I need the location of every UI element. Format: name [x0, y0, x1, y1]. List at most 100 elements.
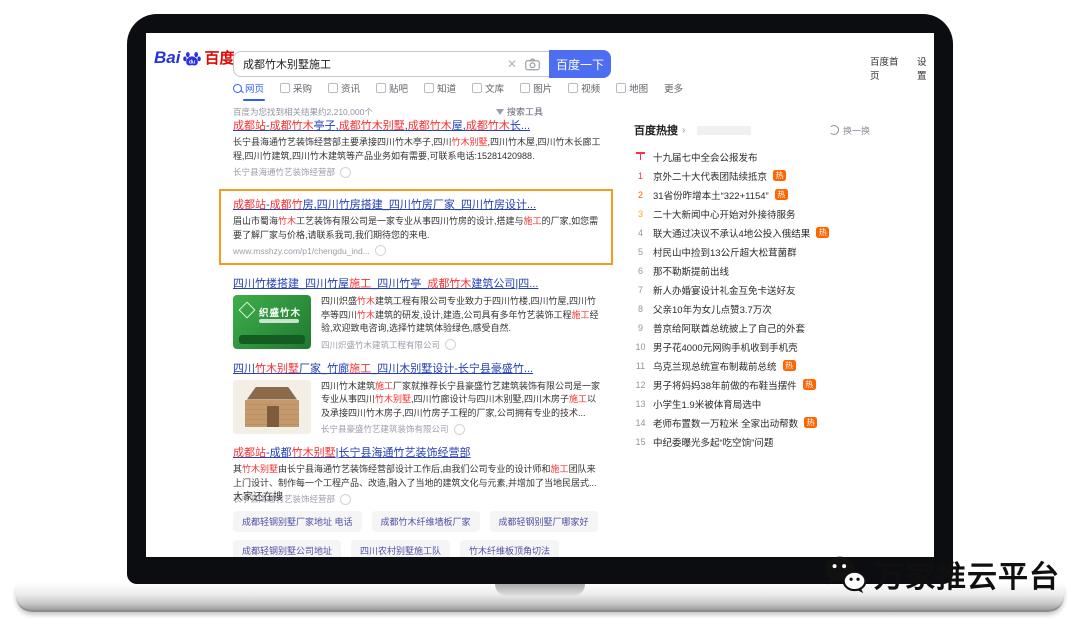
- result-description: 四川炽盛竹木建筑工程有限公司专业致力于四川竹楼,四川竹屋,四川竹亭等四川竹木建筑…: [321, 295, 601, 336]
- tab-资讯[interactable]: 资讯: [328, 81, 360, 95]
- watermark: 万家推云平台: [822, 552, 1060, 596]
- hot-search-item[interactable]: 231省份昨增本土“322+1154”热: [634, 185, 870, 204]
- result-thumbnail[interactable]: [233, 380, 311, 434]
- baidu-paw-icon: du: [182, 48, 202, 68]
- related-search-chip[interactable]: 成都竹木纤维墙板厂家: [372, 511, 480, 532]
- hot-search-item[interactable]: 9普京给阿联酋总统披上了自己的外套: [634, 318, 870, 337]
- result-thumbnail[interactable]: 织盛竹木: [233, 295, 311, 349]
- tab-icon: [280, 83, 290, 93]
- search-button[interactable]: 百度一下: [549, 50, 611, 78]
- hot-item-text: 中纪委曝光多起“吃空饷”问题: [653, 435, 773, 449]
- info-icon[interactable]: [454, 424, 465, 435]
- hot-search-item[interactable]: 3 二十大新闻中心开始对外接待服务: [634, 204, 870, 223]
- page: Bai du 百度 成都竹木别墅施工 ✕: [0, 0, 1080, 628]
- hot-rank: 10: [634, 342, 647, 352]
- hot-search-item[interactable]: 15 中纪委曝光多起“吃空饷”问题: [634, 432, 870, 451]
- hot-item-text: 二十大新闻中心开始对外接待服务: [653, 207, 796, 221]
- hot-search-panel: 百度热搜 › 换一换 十九届七中全会公报发布1京外二十大代表团陆续抵京热231省…: [634, 122, 870, 451]
- related-search-chip[interactable]: 成都轻钢别墅公司地址: [233, 540, 341, 557]
- hot-search-item[interactable]: 13小学生1.9米被体育局选中: [634, 394, 870, 413]
- link-settings[interactable]: 设置: [917, 54, 934, 82]
- hot-rank: 14: [634, 418, 647, 428]
- info-icon[interactable]: [445, 339, 456, 350]
- search-tools[interactable]: 搜索工具: [496, 105, 543, 118]
- tab-更多[interactable]: 更多: [664, 81, 683, 95]
- hot-badge: 热: [783, 360, 796, 371]
- text-segment: 施工: [349, 363, 371, 375]
- camera-icon[interactable]: [525, 58, 540, 71]
- tab-贴吧[interactable]: 贴吧: [376, 81, 408, 95]
- related-search-chip[interactable]: 成都轻钢别墅厂哪家好: [490, 511, 598, 532]
- hot-search-list: 十九届七中全会公报发布1京外二十大代表团陆续抵京热231省份昨增本土“322+1…: [634, 147, 870, 451]
- result-title-link[interactable]: 成都站-成都竹木亭子,成都竹木别墅,成都竹木屋,成都竹木长...: [233, 119, 601, 133]
- text-segment: 施工: [572, 310, 590, 320]
- result-title-link[interactable]: 成都站-成都竹木别墅|长宁县海通竹艺装饰经营部: [233, 446, 601, 460]
- text-segment: 房,: [303, 199, 317, 211]
- tab-知道[interactable]: 知道: [424, 81, 456, 95]
- text-segment: 四川竹楼搭建_四川竹屋: [233, 278, 349, 290]
- result-title-link[interactable]: 成都站-成都竹房,四川竹房搭建_四川竹房厂家_四川竹房设计...: [233, 198, 599, 212]
- search-input[interactable]: 成都竹木别墅施工 ✕: [233, 51, 549, 77]
- info-icon[interactable]: [340, 167, 351, 178]
- related-search-chip[interactable]: 竹木纤维板顶角切法: [460, 540, 559, 557]
- result-title-link[interactable]: 四川竹楼搭建_四川竹屋施工_四川竹亭_成都竹木建筑公司|四...: [233, 277, 601, 291]
- source-text: www.msshzy.com/p1/chengdu_ind...: [233, 246, 370, 256]
- result-title-link[interactable]: 四川竹木别墅厂家_竹廊施工_四川木别墅设计-长宁县豪盛竹...: [233, 362, 601, 376]
- refresh-icon: [829, 125, 839, 135]
- hot-search-item[interactable]: 十九届七中全会公报发布: [634, 147, 870, 166]
- hot-item-text: 那不勒斯提前出线: [653, 264, 729, 278]
- related-search-chip[interactable]: 成都轻钢别墅厂家地址 电话: [233, 511, 362, 532]
- tab-视频[interactable]: 视频: [568, 81, 600, 95]
- hot-search-item[interactable]: 6 那不勒斯提前出线: [634, 261, 870, 280]
- text-segment: _四川木别墅设计-长宁县豪盛竹...: [371, 363, 533, 375]
- search-icon: [233, 84, 242, 93]
- hot-search-item[interactable]: 14老师布置数一万粒米 全家出动帮数热: [634, 413, 870, 432]
- logo-text-bai: Bai: [154, 48, 180, 68]
- hot-search-item[interactable]: 10男子花4000元网购手机收到手机壳: [634, 337, 870, 356]
- search-bar: 成都竹木别墅施工 ✕ 百度一下: [233, 50, 611, 78]
- hot-rank: 4: [634, 228, 647, 238]
- hot-item-text: 男子将妈妈38年前做的布鞋当摆件: [653, 378, 797, 392]
- hot-search-header: 百度热搜 › 换一换: [634, 122, 870, 138]
- top-links: 百度首页 设置: [870, 54, 934, 82]
- text-segment: |长宁县海通竹艺装饰经营部: [336, 447, 471, 459]
- info-icon[interactable]: [375, 245, 386, 256]
- text-segment: 厂家_竹廊: [299, 363, 349, 375]
- tab-icon: [568, 83, 578, 93]
- hot-rank: 15: [634, 437, 647, 447]
- tab-图片[interactable]: 图片: [520, 81, 552, 95]
- refresh-button[interactable]: 换一换: [829, 124, 870, 137]
- tab-文库[interactable]: 文库: [472, 81, 504, 95]
- hot-item-text: 乌克兰现总统宣布制裁前总统: [653, 359, 777, 373]
- hot-rank: 3: [634, 209, 647, 219]
- hot-item-text: 京外二十大代表团陆续抵京: [653, 169, 767, 183]
- hot-item-text: 老师布置数一万粒米 全家出动帮数: [653, 416, 798, 430]
- result-description: 其竹木别墅由长宁县海通竹艺装饰经营部设计工作后,由我们公司专业的设计师和施工团队…: [233, 463, 601, 490]
- tab-地图[interactable]: 地图: [616, 81, 648, 95]
- hot-rank: 9: [634, 323, 647, 333]
- text-segment: 成都竹木别墅: [339, 120, 405, 132]
- text-segment: 竹木别墅: [452, 137, 488, 147]
- text-segment: 成都竹木: [270, 120, 314, 132]
- text-segment: 成都站: [233, 120, 266, 132]
- related-search-chip[interactable]: 四川农村别墅施工队: [351, 540, 450, 557]
- hot-search-item[interactable]: 1京外二十大代表团陆续抵京热: [634, 166, 870, 185]
- tab-网页[interactable]: 网页: [233, 81, 264, 95]
- tab-采购[interactable]: 采购: [280, 81, 312, 95]
- hot-rank: 6: [634, 266, 647, 276]
- house-roof: [239, 387, 305, 400]
- hot-search-item[interactable]: 4联大通过决议不承认4地公投入俄结果热: [634, 223, 870, 242]
- text-segment: 长宁县海通竹艺装饰经营部主要承接四川竹木亭子,四川: [233, 137, 452, 147]
- baidu-logo[interactable]: Bai du 百度: [154, 47, 234, 68]
- hot-search-item[interactable]: 12男子将妈妈38年前做的布鞋当摆件热: [634, 375, 870, 394]
- hot-search-item[interactable]: 11乌克兰现总统宣布制裁前总统热: [634, 356, 870, 375]
- text-segment: 亭子: [314, 120, 336, 132]
- hot-search-item[interactable]: 7新人办婚宴设计礼金互免卡送好友: [634, 280, 870, 299]
- result-source: 长宁县豪盛竹艺建筑装饰有限公司: [321, 423, 601, 435]
- link-baidu-home[interactable]: 百度首页: [870, 54, 904, 82]
- hot-search-item[interactable]: 8父亲10年为女儿点赞3.7万次: [634, 299, 870, 318]
- hot-search-item[interactable]: 5村民山中捡到13公斤超大松茸菌群: [634, 242, 870, 261]
- hot-search-title[interactable]: 百度热搜: [634, 122, 678, 138]
- clear-icon[interactable]: ✕: [507, 58, 517, 70]
- tab-label: 更多: [664, 81, 683, 95]
